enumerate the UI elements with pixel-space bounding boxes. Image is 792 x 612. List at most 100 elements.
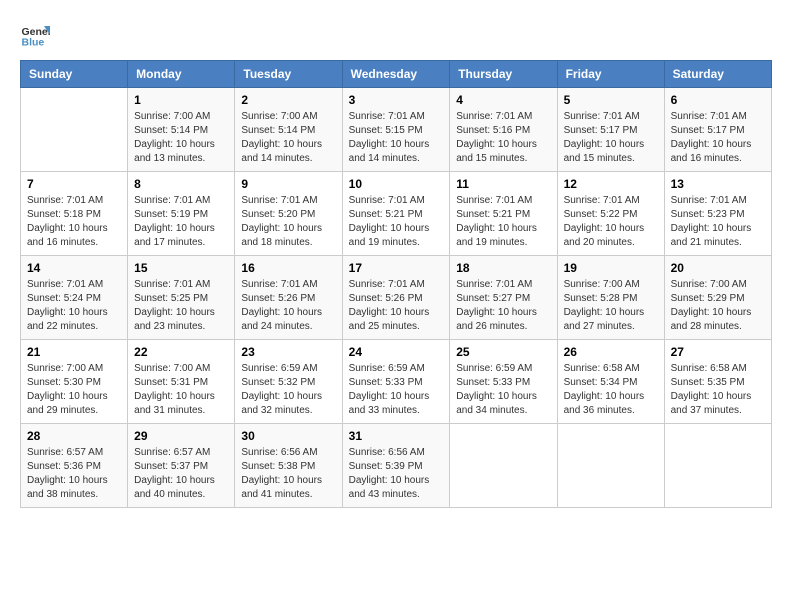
calendar-cell: 7 Sunrise: 7:01 AMSunset: 5:18 PMDaylight… <box>21 172 128 256</box>
day-info: Sunrise: 6:59 AMSunset: 5:33 PMDaylight:… <box>349 362 444 418</box>
day-number: 23 <box>241 345 335 359</box>
day-number: 2 <box>241 93 335 107</box>
day-info: Sunrise: 7:01 AMSunset: 5:26 PMDaylight:… <box>241 278 335 334</box>
day-header-wednesday: Wednesday <box>342 61 450 88</box>
calendar-cell: 27 Sunrise: 6:58 AMSunset: 5:35 PMDayligh… <box>664 340 771 424</box>
day-number: 19 <box>564 261 658 275</box>
day-info: Sunrise: 7:01 AMSunset: 5:17 PMDaylight:… <box>564 110 658 166</box>
logo: General Blue <box>20 20 50 50</box>
day-info: Sunrise: 7:01 AMSunset: 5:27 PMDaylight:… <box>456 278 550 334</box>
day-info: Sunrise: 7:01 AMSunset: 5:22 PMDaylight:… <box>564 194 658 250</box>
day-header-friday: Friday <box>557 61 664 88</box>
calendar-cell: 14Sunrise: 7:01 AMSunset: 5:24 PMDayligh… <box>21 256 128 340</box>
day-info: Sunrise: 6:56 AMSunset: 5:38 PMDaylight:… <box>241 446 335 502</box>
day-header-sunday: Sunday <box>21 61 128 88</box>
day-header-saturday: Saturday <box>664 61 771 88</box>
week-row-2: 7 Sunrise: 7:01 AMSunset: 5:18 PMDaylight… <box>21 172 772 256</box>
calendar-cell <box>21 88 128 172</box>
page-header: General Blue <box>20 20 772 50</box>
day-info: Sunrise: 7:01 AMSunset: 5:18 PMDaylight:… <box>27 194 121 250</box>
day-info: Sunrise: 7:01 AMSunset: 5:21 PMDaylight:… <box>456 194 550 250</box>
day-number: 30 <box>241 429 335 443</box>
day-info: Sunrise: 7:01 AMSunset: 5:24 PMDaylight:… <box>27 278 121 334</box>
calendar-cell: 21Sunrise: 7:00 AMSunset: 5:30 PMDayligh… <box>21 340 128 424</box>
calendar-cell: 13Sunrise: 7:01 AMSunset: 5:23 PMDayligh… <box>664 172 771 256</box>
calendar-cell: 1 Sunrise: 7:00 AMSunset: 5:14 PMDaylight… <box>128 88 235 172</box>
day-number: 9 <box>241 177 335 191</box>
calendar-body: 1 Sunrise: 7:00 AMSunset: 5:14 PMDaylight… <box>21 88 772 508</box>
calendar-table: SundayMondayTuesdayWednesdayThursdayFrid… <box>20 60 772 508</box>
calendar-cell: 8 Sunrise: 7:01 AMSunset: 5:19 PMDaylight… <box>128 172 235 256</box>
day-number: 8 <box>134 177 228 191</box>
day-number: 3 <box>349 93 444 107</box>
day-info: Sunrise: 7:01 AMSunset: 5:25 PMDaylight:… <box>134 278 228 334</box>
day-number: 20 <box>671 261 765 275</box>
day-number: 15 <box>134 261 228 275</box>
calendar-cell: 18Sunrise: 7:01 AMSunset: 5:27 PMDayligh… <box>450 256 557 340</box>
day-info: Sunrise: 6:57 AMSunset: 5:36 PMDaylight:… <box>27 446 121 502</box>
day-info: Sunrise: 7:00 AMSunset: 5:31 PMDaylight:… <box>134 362 228 418</box>
day-number: 26 <box>564 345 658 359</box>
day-info: Sunrise: 7:01 AMSunset: 5:20 PMDaylight:… <box>241 194 335 250</box>
calendar-cell: 11 Sunrise: 7:01 AMSunset: 5:21 PMDayligh… <box>450 172 557 256</box>
day-number: 13 <box>671 177 765 191</box>
day-info: Sunrise: 6:57 AMSunset: 5:37 PMDaylight:… <box>134 446 228 502</box>
day-number: 17 <box>349 261 444 275</box>
svg-text:Blue: Blue <box>22 37 45 49</box>
day-number: 6 <box>671 93 765 107</box>
day-header-thursday: Thursday <box>450 61 557 88</box>
day-info: Sunrise: 7:01 AMSunset: 5:16 PMDaylight:… <box>456 110 550 166</box>
day-number: 24 <box>349 345 444 359</box>
calendar-cell: 28Sunrise: 6:57 AMSunset: 5:36 PMDayligh… <box>21 424 128 508</box>
day-number: 1 <box>134 93 228 107</box>
day-number: 27 <box>671 345 765 359</box>
calendar-cell: 26Sunrise: 6:58 AMSunset: 5:34 PMDayligh… <box>557 340 664 424</box>
calendar-cell: 17 Sunrise: 7:01 AMSunset: 5:26 PMDayligh… <box>342 256 450 340</box>
calendar-cell: 25Sunrise: 6:59 AMSunset: 5:33 PMDayligh… <box>450 340 557 424</box>
week-row-1: 1 Sunrise: 7:00 AMSunset: 5:14 PMDaylight… <box>21 88 772 172</box>
calendar-header-row: SundayMondayTuesdayWednesdayThursdayFrid… <box>21 61 772 88</box>
day-number: 12 <box>564 177 658 191</box>
calendar-cell: 20 Sunrise: 7:00 AMSunset: 5:29 PMDayligh… <box>664 256 771 340</box>
day-info: Sunrise: 7:01 AMSunset: 5:21 PMDaylight:… <box>349 194 444 250</box>
day-number: 7 <box>27 177 121 191</box>
day-info: Sunrise: 7:00 AMSunset: 5:30 PMDaylight:… <box>27 362 121 418</box>
day-header-monday: Monday <box>128 61 235 88</box>
day-number: 22 <box>134 345 228 359</box>
day-number: 25 <box>456 345 550 359</box>
calendar-cell: 12 Sunrise: 7:01 AMSunset: 5:22 PMDayligh… <box>557 172 664 256</box>
day-info: Sunrise: 6:58 AMSunset: 5:35 PMDaylight:… <box>671 362 765 418</box>
week-row-5: 28Sunrise: 6:57 AMSunset: 5:36 PMDayligh… <box>21 424 772 508</box>
calendar-cell: 23 Sunrise: 6:59 AMSunset: 5:32 PMDayligh… <box>235 340 342 424</box>
week-row-3: 14Sunrise: 7:01 AMSunset: 5:24 PMDayligh… <box>21 256 772 340</box>
calendar-cell: 6 Sunrise: 7:01 AMSunset: 5:17 PMDaylight… <box>664 88 771 172</box>
day-info: Sunrise: 6:56 AMSunset: 5:39 PMDaylight:… <box>349 446 444 502</box>
calendar-cell: 2 Sunrise: 7:00 AMSunset: 5:14 PMDaylight… <box>235 88 342 172</box>
calendar-cell: 29 Sunrise: 6:57 AMSunset: 5:37 PMDayligh… <box>128 424 235 508</box>
calendar-cell: 5 Sunrise: 7:01 AMSunset: 5:17 PMDaylight… <box>557 88 664 172</box>
day-info: Sunrise: 7:01 AMSunset: 5:19 PMDaylight:… <box>134 194 228 250</box>
day-number: 29 <box>134 429 228 443</box>
calendar-cell: 10 Sunrise: 7:01 AMSunset: 5:21 PMDayligh… <box>342 172 450 256</box>
calendar-cell: 3 Sunrise: 7:01 AMSunset: 5:15 PMDaylight… <box>342 88 450 172</box>
day-number: 10 <box>349 177 444 191</box>
day-number: 16 <box>241 261 335 275</box>
day-info: Sunrise: 7:01 AMSunset: 5:15 PMDaylight:… <box>349 110 444 166</box>
calendar-cell: 15 Sunrise: 7:01 AMSunset: 5:25 PMDayligh… <box>128 256 235 340</box>
calendar-cell: 16 Sunrise: 7:01 AMSunset: 5:26 PMDayligh… <box>235 256 342 340</box>
calendar-cell: 31Sunrise: 6:56 AMSunset: 5:39 PMDayligh… <box>342 424 450 508</box>
day-info: Sunrise: 7:00 AMSunset: 5:14 PMDaylight:… <box>241 110 335 166</box>
logo-icon: General Blue <box>20 20 50 50</box>
day-info: Sunrise: 7:00 AMSunset: 5:14 PMDaylight:… <box>134 110 228 166</box>
calendar-cell: 30 Sunrise: 6:56 AMSunset: 5:38 PMDayligh… <box>235 424 342 508</box>
day-info: Sunrise: 7:00 AMSunset: 5:29 PMDaylight:… <box>671 278 765 334</box>
day-number: 11 <box>456 177 550 191</box>
calendar-cell <box>557 424 664 508</box>
day-number: 5 <box>564 93 658 107</box>
day-info: Sunrise: 7:01 AMSunset: 5:17 PMDaylight:… <box>671 110 765 166</box>
day-header-tuesday: Tuesday <box>235 61 342 88</box>
calendar-cell: 9 Sunrise: 7:01 AMSunset: 5:20 PMDaylight… <box>235 172 342 256</box>
day-info: Sunrise: 7:01 AMSunset: 5:26 PMDaylight:… <box>349 278 444 334</box>
calendar-cell: 22 Sunrise: 7:00 AMSunset: 5:31 PMDayligh… <box>128 340 235 424</box>
day-info: Sunrise: 6:59 AMSunset: 5:32 PMDaylight:… <box>241 362 335 418</box>
